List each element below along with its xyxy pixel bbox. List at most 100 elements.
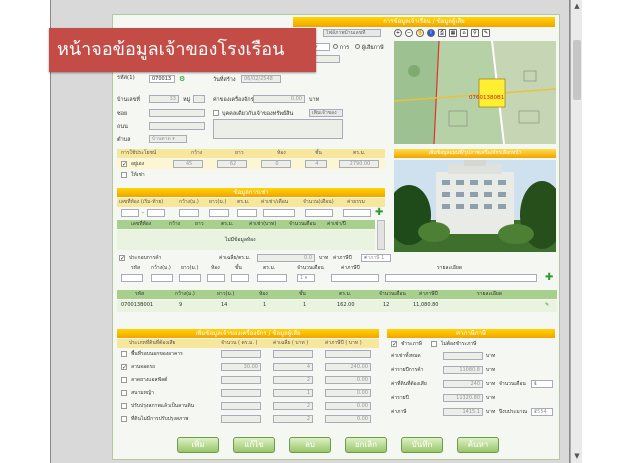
usage-length[interactable]: 62 bbox=[217, 160, 247, 168]
land-avg-input[interactable] bbox=[273, 350, 313, 358]
biz-months-select[interactable]: 1 ▾ bbox=[297, 274, 315, 282]
radio-owner-label[interactable]: การ bbox=[333, 44, 349, 52]
road-input[interactable] bbox=[149, 122, 205, 130]
moo-input[interactable] bbox=[193, 95, 205, 103]
owner-textarea[interactable] bbox=[213, 119, 343, 139]
tax-value-input[interactable]: 11320.80 bbox=[443, 394, 483, 402]
biz-code-input[interactable] bbox=[121, 274, 143, 282]
land-checkbox[interactable] bbox=[121, 390, 127, 396]
biz-floors-input[interactable] bbox=[231, 274, 249, 282]
add-rent-icon[interactable]: ✚ bbox=[375, 208, 383, 218]
land-avg-input[interactable]: 1 bbox=[273, 389, 313, 397]
search-button[interactable]: ค้นหา bbox=[457, 437, 499, 453]
usage-rooms[interactable]: 0 bbox=[261, 160, 291, 168]
add-business-icon[interactable]: ✚ bbox=[545, 273, 553, 283]
biz-tax-input[interactable] bbox=[331, 274, 379, 282]
land-avg-input[interactable]: 4 bbox=[273, 363, 313, 371]
scroll-up-icon[interactable]: ▲ bbox=[573, 2, 581, 10]
usage-floors[interactable]: 4 bbox=[305, 160, 327, 168]
usage-checkbox-own[interactable] bbox=[121, 160, 127, 170]
tax-value-input[interactable]: 240 bbox=[443, 380, 483, 388]
same-owner-checkbox[interactable] bbox=[213, 110, 219, 116]
home-icon[interactable]: ⌂ bbox=[460, 29, 468, 37]
rent-price-input[interactable] bbox=[263, 209, 295, 217]
rent-area-input[interactable] bbox=[237, 209, 257, 217]
code-input[interactable]: 070013 bbox=[149, 75, 175, 83]
pay-tax-checkbox[interactable] bbox=[391, 340, 397, 350]
vertical-scrollbar[interactable]: ▲ ▼ bbox=[570, 0, 582, 463]
biz-rooms-input[interactable] bbox=[207, 274, 225, 282]
room-end-input[interactable] bbox=[147, 209, 165, 217]
land-area-input[interactable] bbox=[221, 389, 261, 397]
land-area-input[interactable] bbox=[221, 376, 261, 384]
usage-checkbox-rent[interactable] bbox=[121, 172, 127, 178]
land-area-input[interactable] bbox=[221, 402, 261, 410]
land-area-input[interactable] bbox=[221, 350, 261, 358]
tax-value-input[interactable] bbox=[443, 352, 483, 360]
no-tax-checkbox[interactable] bbox=[431, 341, 437, 347]
cost-input[interactable]: 0.00 bbox=[253, 95, 305, 103]
area-input[interactable]: 0.0 bbox=[257, 254, 315, 262]
rent-list-scrollbar[interactable] bbox=[377, 220, 385, 250]
land-tax-input[interactable]: 0.00 bbox=[325, 402, 371, 410]
edit-row-icon[interactable]: ✎ bbox=[545, 300, 549, 310]
layer-icon[interactable]: ▦ bbox=[449, 29, 457, 37]
lookup-icon[interactable]: ⚙ bbox=[179, 75, 185, 83]
land-tax-input[interactable]: 0.00 bbox=[325, 389, 371, 397]
pan-icon[interactable]: ✋ bbox=[416, 29, 424, 37]
land-tax-input[interactable]: 0.00 bbox=[325, 415, 371, 423]
usage-area[interactable]: 2790.00 bbox=[339, 160, 379, 168]
tambon-select[interactable]: บ้านตาด ▾ bbox=[149, 135, 187, 143]
land-checkbox[interactable] bbox=[121, 351, 127, 357]
biz-detail-input[interactable] bbox=[385, 274, 537, 282]
photo-bar[interactable]: เพิ่มข้อมูลแผนที่/รูปภาพเครื่องจักรเลือก… bbox=[394, 149, 556, 158]
rent-length-input[interactable] bbox=[209, 209, 229, 217]
upload-button[interactable]: ไฟล์ภาพบ้านเลขที่ bbox=[323, 29, 381, 37]
land-avg-input[interactable]: 2 bbox=[273, 402, 313, 410]
land-area-input[interactable] bbox=[221, 415, 261, 423]
rent-fee-input[interactable] bbox=[343, 209, 371, 217]
search-dropdown[interactable] bbox=[312, 55, 340, 63]
room-start-input[interactable] bbox=[121, 209, 139, 217]
zoom-in-icon[interactable]: + bbox=[394, 29, 402, 37]
add-owner-button[interactable]: เพิ่มเจ้าของ bbox=[309, 109, 343, 117]
tax-year-select[interactable]: ค่าภาษี 1 ▾ bbox=[361, 254, 391, 262]
usage-width[interactable]: 45 bbox=[173, 160, 203, 168]
land-tax-input[interactable]: 0.00 bbox=[325, 376, 371, 384]
soi-input[interactable] bbox=[149, 109, 205, 117]
rent-width-input[interactable] bbox=[179, 209, 199, 217]
tax-value-input[interactable]: 11080.8 bbox=[443, 366, 483, 374]
print-icon[interactable]: ⎙ bbox=[438, 29, 446, 37]
biz-area-input[interactable] bbox=[257, 274, 287, 282]
house-no-input[interactable]: 33 bbox=[149, 95, 179, 103]
measure-icon[interactable]: ✎ bbox=[482, 29, 490, 37]
cancel-button[interactable]: ยกเลิก bbox=[345, 437, 387, 453]
delete-button[interactable]: ลบ bbox=[289, 437, 331, 453]
land-checkbox[interactable] bbox=[121, 363, 127, 373]
map-view[interactable]: 07601380B1 bbox=[394, 41, 556, 144]
radio-tax-label[interactable]: ผู้เสียภาษี bbox=[355, 44, 384, 52]
scroll-thumb[interactable] bbox=[573, 40, 581, 100]
scroll-down-icon[interactable]: ▼ bbox=[573, 452, 581, 460]
business-checkbox[interactable] bbox=[119, 254, 125, 264]
add-button[interactable]: เพิ่ม bbox=[177, 437, 219, 453]
info-icon[interactable]: i bbox=[427, 29, 435, 37]
land-area-input[interactable]: 30.00 bbox=[221, 363, 261, 371]
land-avg-input[interactable]: 2 bbox=[273, 415, 313, 423]
biz-length-input[interactable] bbox=[179, 274, 201, 282]
biz-width-input[interactable] bbox=[151, 274, 173, 282]
business-list-row[interactable]: 070013B001 9 14 1 1 162.00 12 11,080.80 … bbox=[117, 300, 557, 312]
date-input[interactable]: 06/02/2548 bbox=[241, 75, 281, 83]
zoom-out-icon[interactable]: − bbox=[405, 29, 413, 37]
land-avg-input[interactable]: 2 bbox=[273, 376, 313, 384]
rent-months-input[interactable] bbox=[305, 209, 333, 217]
edit-button[interactable]: แก้ไข bbox=[233, 437, 275, 453]
land-checkbox[interactable] bbox=[121, 377, 127, 383]
save-button[interactable]: บันทึก bbox=[401, 437, 443, 453]
land-checkbox[interactable] bbox=[121, 416, 127, 422]
binocular-icon[interactable]: ⚲ bbox=[471, 29, 479, 37]
land-checkbox[interactable] bbox=[121, 403, 127, 409]
land-tax-input[interactable] bbox=[325, 350, 371, 358]
month-select[interactable]: 1 ▾ bbox=[531, 380, 553, 388]
tax-value-input[interactable]: 1415.1 bbox=[443, 408, 483, 416]
